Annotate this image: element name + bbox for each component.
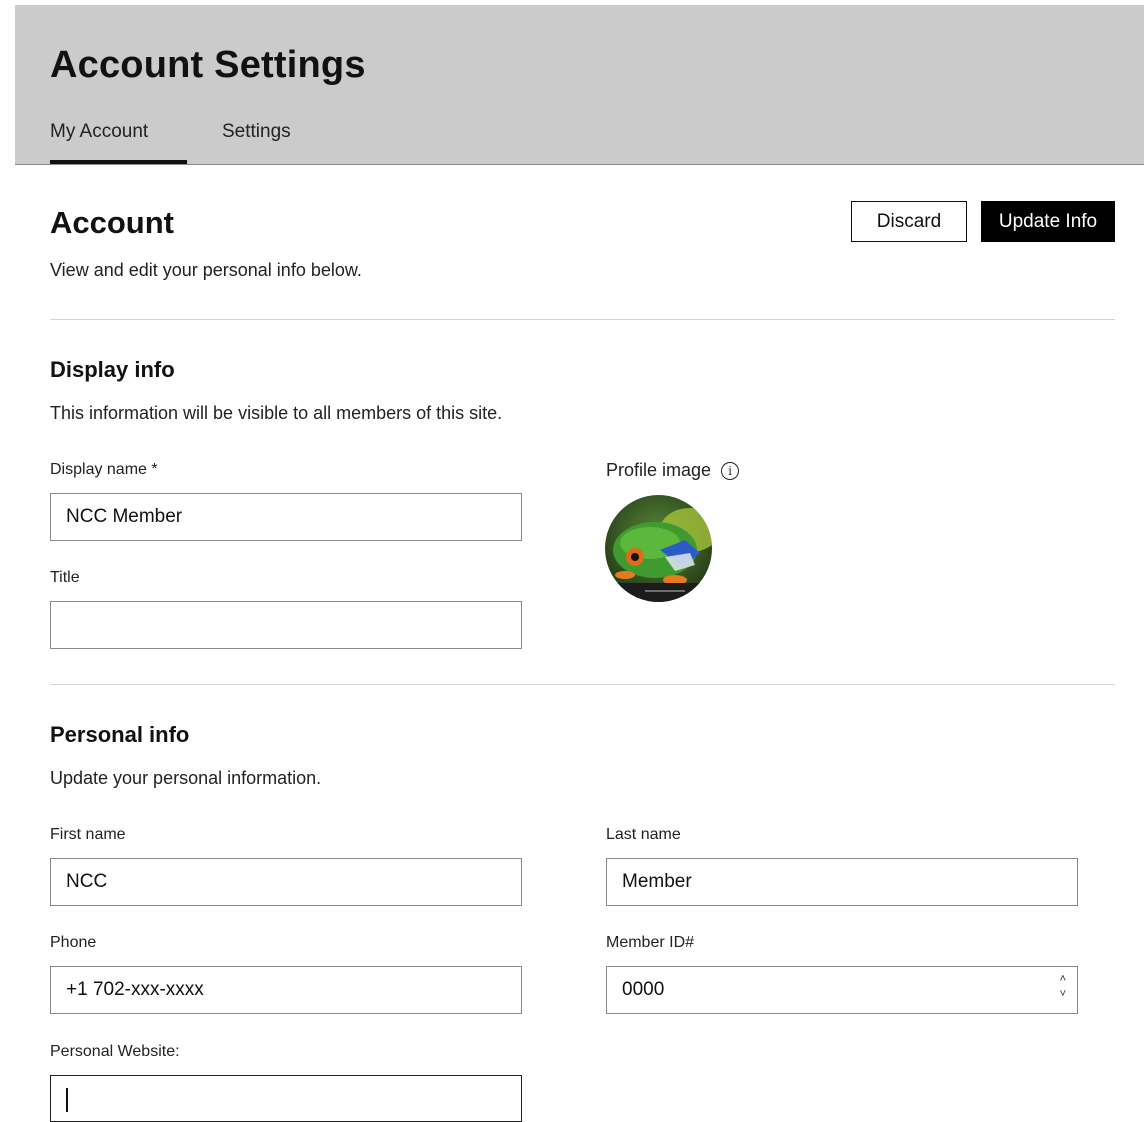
text-cursor: [66, 1088, 68, 1112]
tab-settings[interactable]: Settings: [222, 121, 291, 164]
update-info-button[interactable]: Update Info: [981, 201, 1115, 242]
title-input[interactable]: [50, 601, 522, 649]
personal-info-heading: Personal info: [50, 722, 190, 747]
phone-label: Phone: [50, 934, 97, 951]
account-description: View and edit your personal info below.: [50, 260, 362, 280]
section-divider: [50, 684, 1115, 685]
member-id-stepper[interactable]: ˄ ˅: [1060, 974, 1066, 1000]
display-info-description: This information will be visible to all …: [50, 403, 503, 423]
profile-avatar[interactable]: [605, 495, 712, 602]
page-title: Account Settings: [50, 44, 366, 86]
info-circle-icon[interactable]: i: [721, 461, 740, 480]
profile-image-label-text: Profile image: [606, 460, 712, 480]
last-name-label: Last name: [606, 826, 681, 843]
discard-button[interactable]: Discard: [851, 201, 967, 242]
page-header: Account Settings My Account Settings: [15, 5, 1144, 165]
chevron-up-icon[interactable]: ˄: [1060, 974, 1066, 985]
frog-avatar-image: [605, 495, 712, 602]
tab-settings-label: Settings: [222, 121, 291, 142]
personal-info-description: Update your personal information.: [50, 768, 322, 788]
last-name-input[interactable]: [606, 858, 1078, 906]
phone-input[interactable]: [50, 966, 522, 1014]
display-name-input[interactable]: [50, 493, 522, 541]
active-tab-indicator: [50, 160, 187, 164]
profile-image-label: Profile image i: [606, 460, 740, 481]
display-name-label: Display name *: [50, 461, 158, 478]
member-id-field: ˄ ˅: [606, 966, 1078, 1014]
member-id-input[interactable]: [606, 966, 1078, 1014]
tab-my-account[interactable]: My Account: [50, 121, 187, 164]
tab-my-account-label: My Account: [50, 121, 149, 142]
first-name-input[interactable]: [50, 858, 522, 906]
title-label: Title: [50, 569, 80, 586]
section-divider: [50, 319, 1115, 320]
member-id-label: Member ID#: [606, 934, 695, 951]
personal-website-label: Personal Website:: [50, 1043, 180, 1060]
chevron-down-icon[interactable]: ˅: [1060, 989, 1066, 1000]
personal-website-input[interactable]: [50, 1075, 522, 1122]
display-info-heading: Display info: [50, 357, 175, 382]
account-heading: Account: [50, 205, 174, 240]
first-name-label: First name: [50, 826, 126, 843]
